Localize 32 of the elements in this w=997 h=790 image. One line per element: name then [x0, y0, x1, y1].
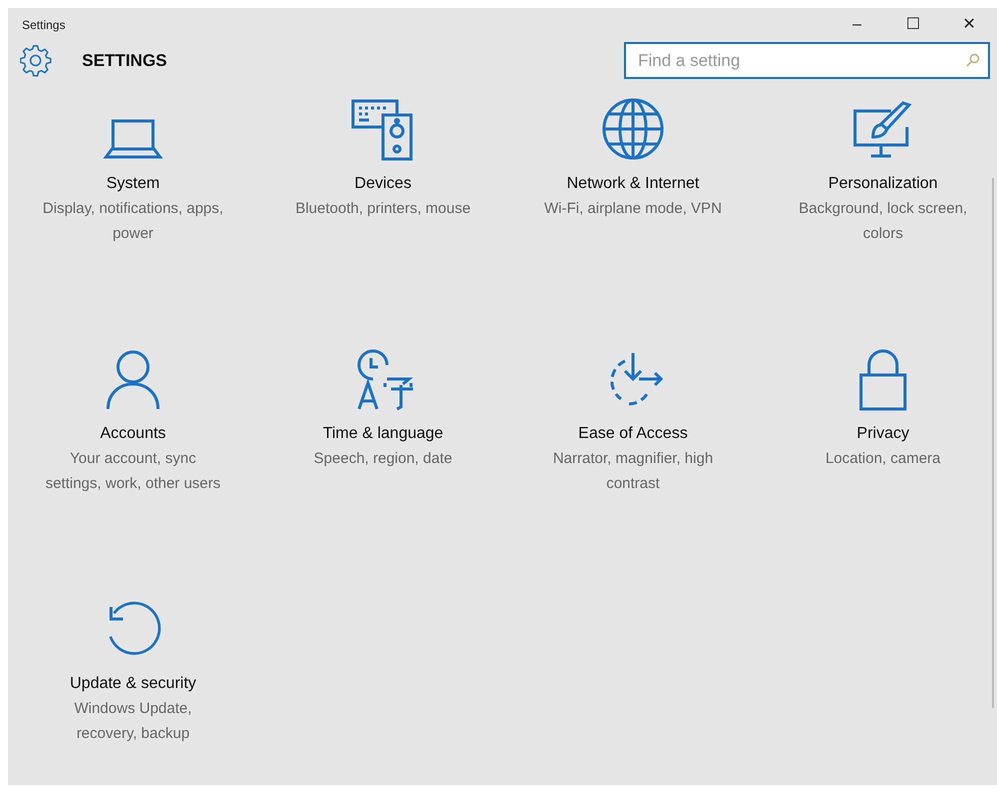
tile-description: Narrator, magnifier, high contrast: [552, 449, 714, 494]
tile-title[interactable]: Time & language: [322, 422, 444, 446]
tile-title[interactable]: Privacy: [856, 422, 910, 446]
tile-description: Display, notifications, apps, power: [42, 199, 224, 244]
globe-icon[interactable]: [601, 97, 665, 161]
tile-description: Your account, sync settings, work, other users: [44, 449, 222, 494]
search-icon[interactable]: [966, 53, 980, 67]
tile-title[interactable]: Accounts: [100, 422, 166, 446]
scrollbar[interactable]: [992, 178, 994, 708]
tile-title[interactable]: Ease of Access: [578, 422, 688, 446]
tile-description: Speech, region, date: [312, 449, 454, 469]
settings-gear-icon: [20, 44, 52, 76]
tile-title[interactable]: Update & security: [70, 672, 196, 696]
maximize-button[interactable]: ☐: [885, 8, 941, 42]
tile-title[interactable]: System: [106, 172, 160, 196]
keyboard-speaker-icon[interactable]: [351, 99, 415, 161]
tile-description: Location, camera: [824, 449, 942, 469]
person-icon[interactable]: [105, 349, 161, 411]
tile-description: Background, lock screen, colors: [798, 199, 968, 244]
search-field[interactable]: Find a setting: [624, 42, 990, 79]
tile-description: Windows Update, recovery, backup: [73, 699, 193, 744]
minimize-button[interactable]: –: [829, 8, 885, 42]
tile-title[interactable]: Devices: [354, 172, 412, 196]
page-heading: SETTINGS: [82, 50, 168, 72]
tile-title[interactable]: Network & Internet: [566, 172, 700, 196]
close-button[interactable]: ✕: [941, 8, 997, 42]
tile-title[interactable]: Personalization: [828, 172, 938, 196]
tile-description: Wi-Fi, airplane mode, VPN: [543, 199, 723, 219]
window-title: Settings: [22, 17, 66, 34]
laptop-icon[interactable]: [103, 117, 163, 161]
padlock-icon[interactable]: [857, 347, 909, 411]
tile-description: Bluetooth, printers, mouse: [294, 199, 472, 219]
